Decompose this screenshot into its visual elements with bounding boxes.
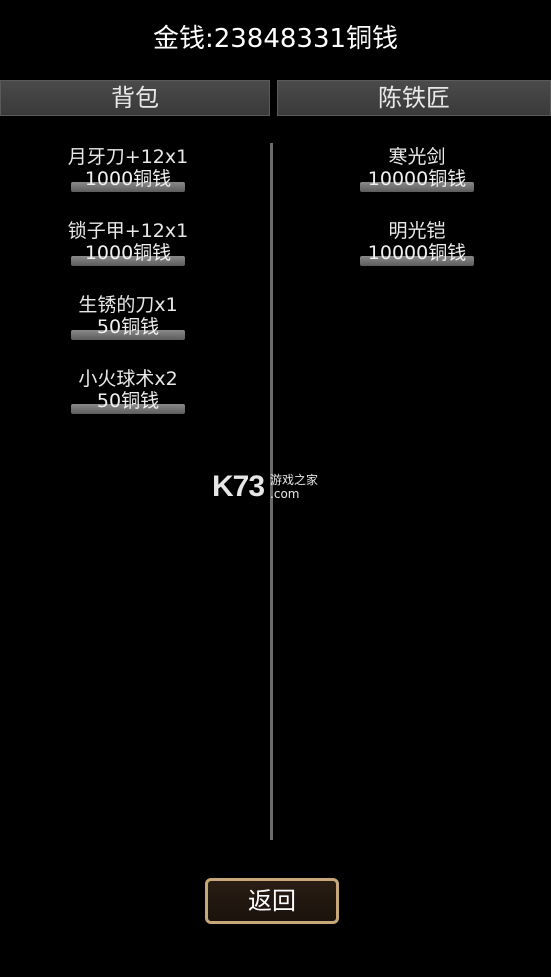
item-name: 锁子甲+12x1 [67, 220, 189, 242]
item-price: 10000铜钱 [367, 168, 467, 190]
backpack-item[interactable]: 小火球术x2 50铜钱 [48, 368, 208, 414]
item-name: 明光铠 [388, 220, 446, 242]
back-button[interactable]: 返回 [205, 878, 339, 924]
item-price: 1000铜钱 [84, 242, 172, 264]
item-name: 生锈的刀x1 [78, 294, 178, 316]
item-price: 10000铜钱 [367, 242, 467, 264]
blacksmith-tab-header: 陈铁匠 [277, 80, 551, 116]
k73-watermark-logo: K73 游戏之家 .com [212, 470, 318, 504]
backpack-item[interactable]: 生锈的刀x1 50铜钱 [48, 294, 208, 340]
item-name: 小火球术x2 [78, 368, 178, 390]
item-name: 寒光剑 [388, 146, 446, 168]
item-price: 50铜钱 [96, 390, 160, 412]
blacksmith-item[interactable]: 明光铠 10000铜钱 [337, 220, 497, 266]
money-display: 金钱:23848331铜钱 [152, 24, 399, 54]
blacksmith-item[interactable]: 寒光剑 10000铜钱 [337, 146, 497, 192]
watermark-domain-text: .com [270, 487, 300, 501]
backpack-tab-header: 背包 [0, 80, 270, 116]
item-name: 月牙刀+12x1 [67, 146, 189, 168]
backpack-item[interactable]: 月牙刀+12x1 1000铜钱 [48, 146, 208, 192]
watermark-sub-text: 游戏之家 [270, 473, 319, 487]
item-price: 1000铜钱 [84, 168, 172, 190]
item-price: 50铜钱 [96, 316, 160, 338]
backpack-item[interactable]: 锁子甲+12x1 1000铜钱 [48, 220, 208, 266]
watermark-logo-text: K73 [212, 470, 265, 503]
